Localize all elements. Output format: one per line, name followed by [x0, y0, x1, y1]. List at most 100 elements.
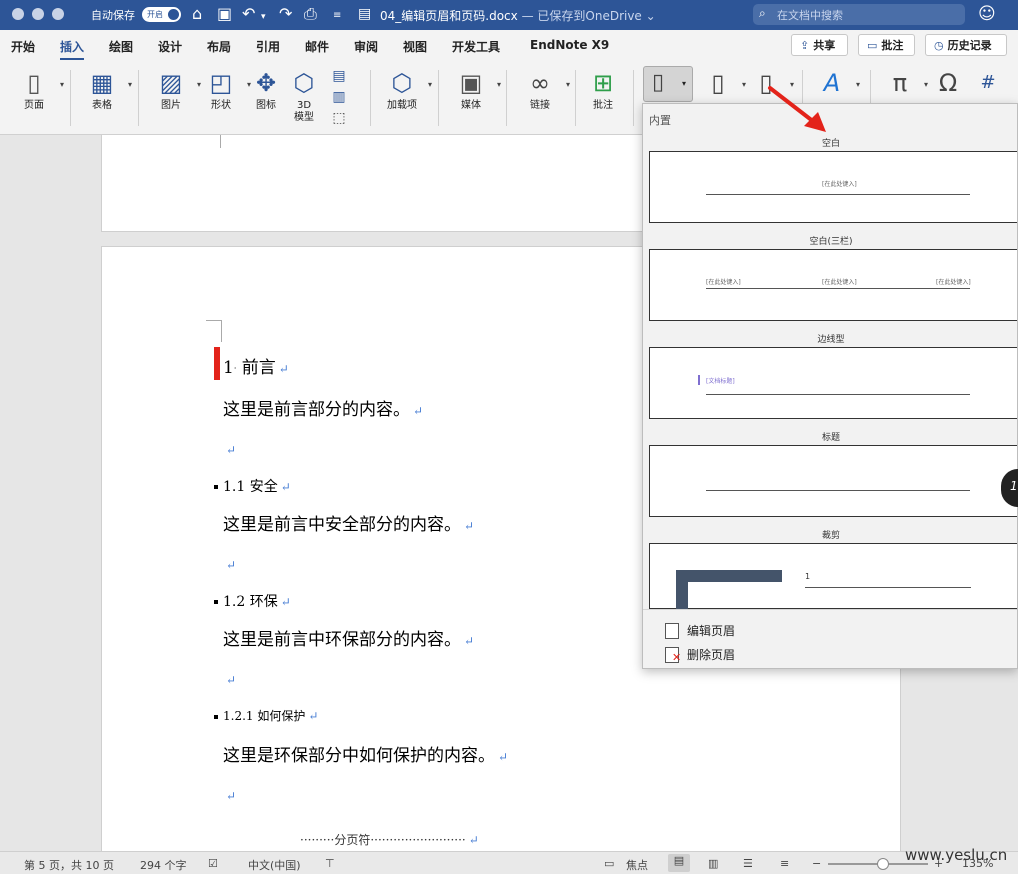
minimize-window-button[interactable] [32, 8, 44, 20]
shape-button[interactable]: ◰ 形状 ▾ [201, 68, 251, 112]
empty-paragraph[interactable]: ↵ [223, 439, 236, 459]
gallery-item-blank-three-column[interactable]: [在此处键入] [在此处键入] [在此处键入] [649, 249, 1017, 321]
heading-1[interactable]: 1· 前言 ↵ [223, 353, 289, 378]
web-layout-icon[interactable]: ▥ [708, 857, 718, 870]
chevron-down-icon: ▾ [741, 80, 746, 89]
home-icon[interactable]: ⌂ [192, 4, 202, 24]
addins-icon: ⬡ [391, 69, 413, 97]
document-name: 04_编辑页眉和页码.docx [380, 9, 518, 23]
paragraph-1[interactable]: 这里是前言部分的内容。 ↵ [223, 395, 423, 420]
tab-review[interactable]: 审阅 [354, 38, 378, 55]
chart-button[interactable]: ▥ [326, 87, 352, 107]
comments-button[interactable]: ▭ 批注 [858, 34, 915, 56]
chart-icon: ▥ [332, 89, 346, 105]
table-button[interactable]: ▦ 表格 ▾ [82, 68, 132, 112]
paragraph-2[interactable]: 这里是前言中安全部分的内容。 ↵ [223, 510, 474, 535]
history-button[interactable]: ◷ 历史记录 [925, 34, 1007, 56]
remove-header-menu-item[interactable]: ✕ 删除页眉 [665, 646, 735, 663]
header-rule [706, 394, 970, 395]
3d-model-button[interactable]: ⬡ 3D 模型 [286, 68, 322, 124]
paragraph-4[interactable]: 这里是环保部分中如何保护的内容。 ↵ [223, 741, 508, 766]
track-changes-icon[interactable]: ⊤ [325, 857, 335, 870]
gallery-item-label: 标题 [821, 433, 840, 443]
tab-developer[interactable]: 开发工具 [452, 38, 500, 55]
icon-button[interactable]: ✥ 图标 [247, 68, 285, 112]
link-button[interactable]: ∞ 链接 ▾ [520, 68, 570, 112]
paragraph-3[interactable]: 这里是前言中环保部分的内容。 ↵ [223, 625, 474, 650]
symbol-button[interactable]: Ω [930, 68, 966, 98]
tab-endnote[interactable]: EndNote X9 [530, 38, 609, 52]
empty-paragraph[interactable]: ↵ [223, 669, 236, 689]
ribbon-separator [506, 70, 507, 126]
history-icon: ◷ [934, 38, 944, 52]
empty-paragraph[interactable]: ↵ [223, 554, 236, 574]
autosave-toggle[interactable]: 开启 [142, 7, 181, 22]
language-indicator[interactable]: 中文(中国) [248, 857, 301, 873]
equation-button[interactable]: π ▾ [882, 68, 928, 98]
proofing-icon[interactable]: ☑ [208, 857, 218, 870]
screenshot-icon: ⬚ [332, 110, 346, 126]
heading-2-environment[interactable]: 1.2 环保 ↵ [223, 591, 291, 611]
undo-dropdown-icon[interactable]: ▾ [261, 7, 266, 27]
share-button[interactable]: ⇪ 共享 [791, 34, 848, 56]
redo-icon[interactable]: ↷ [279, 4, 292, 24]
table-icon: ▦ [90, 69, 114, 97]
gallery-item-sideline[interactable]: [文档标题] [649, 347, 1017, 419]
paragraph-mark-icon: ↵ [280, 480, 291, 494]
chevron-down-icon[interactable]: ⌄ [646, 9, 656, 23]
tab-view[interactable]: 视图 [403, 38, 427, 55]
number-button[interactable]: # [970, 68, 1006, 98]
customize-toolbar-icon[interactable]: ≡ [333, 6, 341, 26]
share-icon: ⇪ [800, 38, 810, 52]
ribbon-separator [633, 70, 634, 126]
media-icon: ▣ [459, 69, 483, 97]
tab-insert[interactable]: 插入 [60, 38, 85, 60]
undo-icon[interactable]: ↶ [242, 4, 255, 24]
zoom-out-icon[interactable]: − [812, 857, 821, 870]
ribbon-tab-bar: 开始 插入 绘图 设计 布局 引用 邮件 审阅 视图 开发工具 EndNote … [0, 30, 1018, 62]
draft-view-icon[interactable]: ≡ [780, 857, 789, 870]
heading-bullet [214, 485, 218, 489]
tab-mailings[interactable]: 邮件 [305, 38, 329, 55]
focus-icon[interactable]: ▭ [604, 857, 614, 870]
tab-home[interactable]: 开始 [11, 38, 35, 55]
addins-button[interactable]: ⬡ 加载项 ▾ [382, 68, 432, 112]
paragraph-mark-icon: ↵ [226, 558, 237, 572]
empty-paragraph[interactable]: ↵ [223, 785, 236, 805]
gallery-item-crop[interactable]: 1 [649, 543, 1017, 610]
page-button[interactable]: ▯ 页面 ▾ [14, 68, 64, 112]
feedback-smiley-icon[interactable]: ☺ [978, 4, 996, 24]
header-button[interactable]: ▯ ▾ [643, 66, 693, 102]
comment-button[interactable]: ⊞ 批注 [585, 68, 621, 112]
placeholder-text: [在此处键入] [706, 279, 741, 286]
accent-bar [698, 375, 700, 385]
footer-button[interactable]: ▯ ▾ [700, 68, 746, 98]
page-break-marker: ·········分页符························· ↵ [300, 833, 479, 847]
zoom-slider-thumb[interactable] [877, 858, 889, 870]
paragraph-mark-icon: ↵ [498, 750, 509, 764]
word-count[interactable]: 294 个字 [140, 857, 187, 873]
edit-header-menu-item[interactable]: 编辑页眉 [665, 622, 735, 639]
tab-references[interactable]: 引用 [256, 38, 280, 55]
tab-draw[interactable]: 绘图 [109, 38, 133, 55]
print-layout-icon[interactable]: ▤ [668, 854, 690, 872]
close-window-button[interactable] [12, 8, 24, 20]
picture-button[interactable]: ▨ 图片 ▾ [151, 68, 201, 112]
heading-3-protect[interactable]: 1.2.1 如何保护 ↵ [223, 707, 318, 724]
media-button[interactable]: ▣ 媒体 ▾ [451, 68, 501, 112]
zoom-window-button[interactable] [52, 8, 64, 20]
heading-2-safety[interactable]: 1.1 安全 ↵ [223, 476, 291, 496]
save-icon[interactable]: ▣ [217, 4, 232, 24]
print-icon[interactable]: ⎙ [304, 4, 317, 24]
gallery-item-blank[interactable]: [在此处键入] [649, 151, 1017, 223]
tab-layout[interactable]: 布局 [207, 38, 231, 55]
focus-label[interactable]: 焦点 [626, 857, 648, 873]
gallery-item-title[interactable] [649, 445, 1017, 517]
search-input[interactable]: ⌕ 在文档中搜索 [753, 4, 965, 25]
outline-view-icon[interactable]: ☰ [743, 857, 753, 870]
screenshot-button[interactable]: ⬚ [326, 108, 352, 128]
header-rule [805, 587, 971, 588]
smartart-button[interactable]: ▤ [326, 66, 352, 86]
tab-design[interactable]: 设计 [158, 38, 182, 55]
page-count[interactable]: 第 5 页，共 10 页 [24, 857, 114, 873]
